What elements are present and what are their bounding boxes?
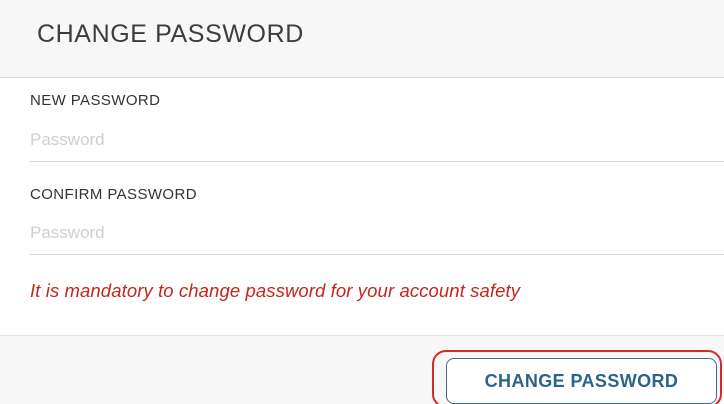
- mandatory-change-warning: It is mandatory to change password for y…: [30, 280, 521, 301]
- new-password-underline: [30, 161, 724, 162]
- confirm-password-underline: [30, 254, 724, 255]
- new-password-label: NEW PASSWORD: [30, 92, 161, 109]
- dialog-title: CHANGE PASSWORD: [37, 20, 304, 48]
- change-password-dialog: CHANGE PASSWORD NEW PASSWORD CONFIRM PAS…: [0, 0, 724, 404]
- confirm-password-label: CONFIRM PASSWORD: [30, 186, 197, 203]
- change-password-button[interactable]: CHANGE PASSWORD: [446, 358, 717, 404]
- dialog-header: CHANGE PASSWORD: [0, 0, 724, 78]
- confirm-password-input[interactable]: [30, 220, 720, 246]
- new-password-input[interactable]: [30, 127, 720, 153]
